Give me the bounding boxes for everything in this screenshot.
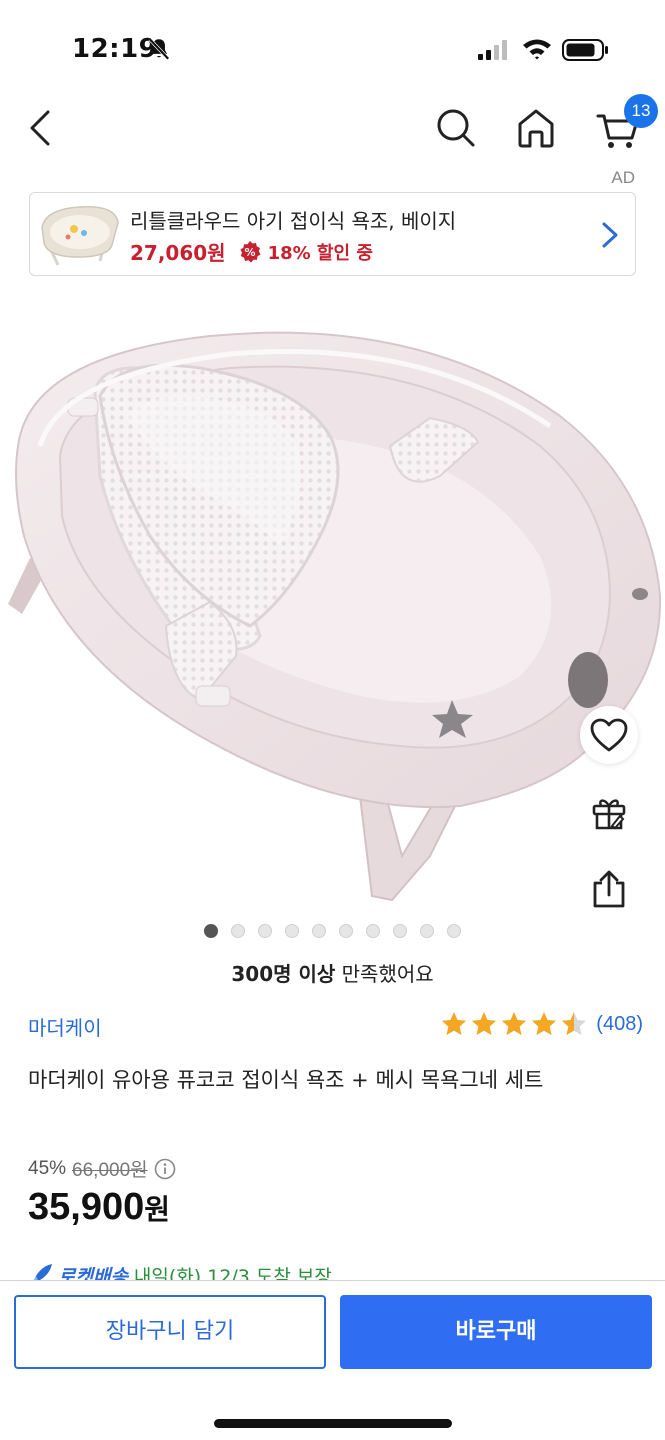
sale-price: 35,900원 bbox=[28, 1186, 170, 1229]
satisfaction-count: 300명 이상 bbox=[231, 962, 336, 986]
sale-price-value: 35,900 bbox=[28, 1186, 145, 1228]
pagination-dot[interactable] bbox=[231, 924, 245, 938]
image-pagination-dots bbox=[204, 924, 461, 938]
home-indicator bbox=[214, 1419, 452, 1428]
pagination-dot[interactable] bbox=[339, 924, 353, 938]
pagination-dot[interactable] bbox=[447, 924, 461, 938]
sale-price-unit: 원 bbox=[144, 1194, 170, 1225]
original-price: 66,000원 bbox=[72, 1160, 148, 1181]
pagination-dot[interactable] bbox=[285, 924, 299, 938]
gift-button[interactable] bbox=[580, 784, 638, 842]
heart-icon bbox=[590, 718, 628, 752]
ad-price-row: 27,060원 % 18% 할인 중 bbox=[130, 237, 373, 266]
product-image-baby-bathtub[interactable] bbox=[0, 296, 665, 916]
ad-price: 27,060원 bbox=[130, 241, 226, 265]
search-icon[interactable] bbox=[434, 104, 478, 152]
star-icon bbox=[472, 1012, 497, 1035]
rocket-delivery-label: 로켓배송 bbox=[58, 1266, 128, 1280]
buy-now-button[interactable]: 바로구매 bbox=[340, 1295, 652, 1369]
cellular-signal-icon bbox=[478, 40, 507, 60]
add-to-cart-button[interactable]: 장바구니 담기 bbox=[14, 1295, 326, 1369]
pagination-dot[interactable] bbox=[258, 924, 272, 938]
wifi-icon bbox=[523, 39, 551, 60]
ad-label: AD bbox=[611, 168, 635, 187]
pagination-dot[interactable] bbox=[204, 924, 218, 938]
share-icon bbox=[593, 870, 625, 908]
chevron-right-icon bbox=[602, 222, 618, 248]
info-icon[interactable] bbox=[154, 1158, 176, 1180]
star-icon bbox=[562, 1012, 587, 1035]
battery-icon bbox=[562, 39, 608, 61]
svg-text:%: % bbox=[244, 246, 255, 259]
ad-banner[interactable]: 리틀클라우드 아기 접이식 욕조, 베이지 27,060원 % 18% 할인 중 bbox=[29, 192, 636, 276]
rating-stars bbox=[440, 1010, 588, 1038]
price-meta: 45% 66,000원 bbox=[28, 1155, 176, 1182]
satisfaction-text: 만족했어요 bbox=[335, 962, 434, 986]
cart-count-badge: 13 bbox=[624, 94, 658, 128]
nav-header bbox=[0, 96, 665, 160]
pagination-dot[interactable] bbox=[312, 924, 326, 938]
back-arrow-icon[interactable] bbox=[22, 104, 62, 152]
status-bar: 12:19 bbox=[0, 0, 665, 96]
rocket-icon bbox=[34, 1264, 52, 1280]
review-count: (408) bbox=[596, 1012, 643, 1035]
pagination-dot[interactable] bbox=[366, 924, 380, 938]
bell-muted-icon bbox=[148, 38, 170, 60]
satisfaction-summary: 300명 이상 만족했어요 bbox=[0, 958, 665, 987]
star-icon bbox=[502, 1012, 527, 1035]
share-button[interactable] bbox=[580, 860, 638, 918]
ad-title: 리틀클라우드 아기 접이식 욕조, 베이지 bbox=[130, 209, 457, 233]
discount-percent-icon: % bbox=[239, 240, 261, 262]
discount-rate: 45% bbox=[28, 1157, 67, 1179]
ad-product-thumbnail bbox=[38, 199, 122, 271]
brand-link[interactable]: 마더케이 bbox=[28, 1012, 102, 1041]
rating-summary[interactable]: (408) bbox=[440, 1010, 643, 1038]
ad-discount: 18% 할인 중 bbox=[267, 242, 373, 264]
star-icon bbox=[532, 1012, 557, 1035]
pagination-dot[interactable] bbox=[393, 924, 407, 938]
status-time: 12:19 bbox=[72, 34, 158, 64]
gift-rocket-icon bbox=[592, 799, 626, 830]
pagination-dot[interactable] bbox=[420, 924, 434, 938]
product-title: 마더케이 유아용 퓨코코 접이식 욕조 + 메시 목욕그네 세트 bbox=[28, 1068, 544, 1092]
bottom-action-bar: 장바구니 담기 바로구매 bbox=[0, 1280, 665, 1440]
delivery-info: 로켓배송 내일(화) 12/3 도착 보장 bbox=[28, 1262, 332, 1280]
home-icon[interactable] bbox=[514, 104, 558, 152]
star-icon bbox=[442, 1012, 467, 1035]
wishlist-button[interactable] bbox=[580, 706, 638, 764]
delivery-date: 내일(화) 12/3 도착 보장 bbox=[133, 1266, 332, 1280]
